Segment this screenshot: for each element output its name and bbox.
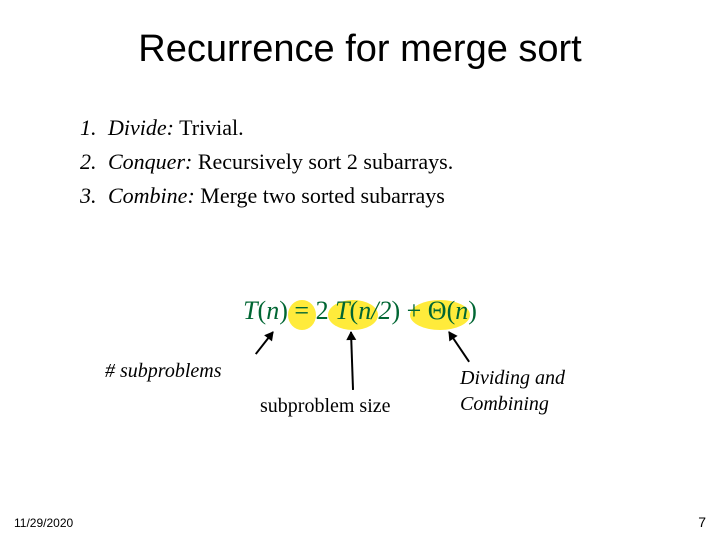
slide: Recurrence for merge sort 1. Divide: Tri… <box>0 0 720 540</box>
annotation-line: Dividing and <box>460 367 565 389</box>
annotation-size: subproblem size <box>260 395 391 418</box>
formula-theta-arg: n <box>455 296 468 325</box>
formula-mid-var: T <box>335 296 349 325</box>
arrow-icon <box>255 331 274 354</box>
list-item: 1. Divide: Trivial. <box>80 111 720 145</box>
recurrence-formula: T(n) = 2 T(n/2) + Θ(n) <box>0 296 720 326</box>
formula-plus: + <box>400 296 428 325</box>
formula-theta: Θ <box>428 296 447 325</box>
step-name: Conquer: <box>108 149 192 174</box>
list-item: 3. Combine: Merge two sorted subarrays <box>80 179 720 213</box>
step-number: 2. <box>80 145 108 179</box>
step-number: 3. <box>80 179 108 213</box>
arrow-icon <box>448 331 470 362</box>
slide-title: Recurrence for merge sort <box>0 0 720 71</box>
formula-eq: = <box>288 296 316 325</box>
step-name: Combine: <box>108 183 195 208</box>
step-list: 1. Divide: Trivial. 2. Conquer: Recursiv… <box>80 111 720 213</box>
step-desc: Merge two sorted subarrays <box>195 183 445 208</box>
formula-lhs-arg: n <box>266 296 279 325</box>
step-desc: Trivial. <box>174 115 244 140</box>
formula-lhs-var: T <box>243 296 257 325</box>
annotation-line: Combining <box>460 393 549 415</box>
step-number: 1. <box>80 111 108 145</box>
list-item: 2. Conquer: Recursively sort 2 subarrays… <box>80 145 720 179</box>
step-desc: Recursively sort 2 subarrays. <box>192 149 453 174</box>
footer-date: 11/29/2020 <box>14 516 73 530</box>
formula-mid-arg: n/2 <box>358 296 391 325</box>
annotation-subproblems: # subproblems <box>105 360 221 383</box>
formula-coeff: 2 <box>316 296 329 325</box>
annotation-dividing: Dividing and Combining <box>460 365 565 417</box>
step-name: Divide: <box>108 115 174 140</box>
footer-page-number: 7 <box>698 514 706 530</box>
arrow-icon <box>350 332 354 390</box>
